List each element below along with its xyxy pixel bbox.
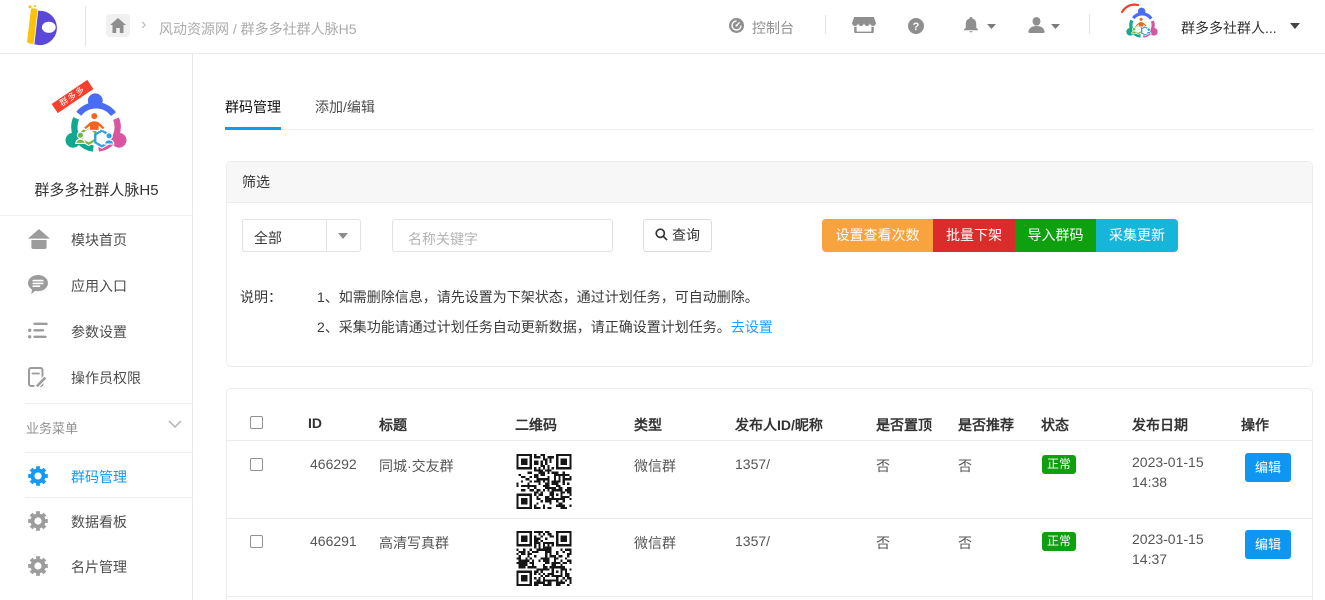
- svg-text:?: ?: [913, 21, 920, 33]
